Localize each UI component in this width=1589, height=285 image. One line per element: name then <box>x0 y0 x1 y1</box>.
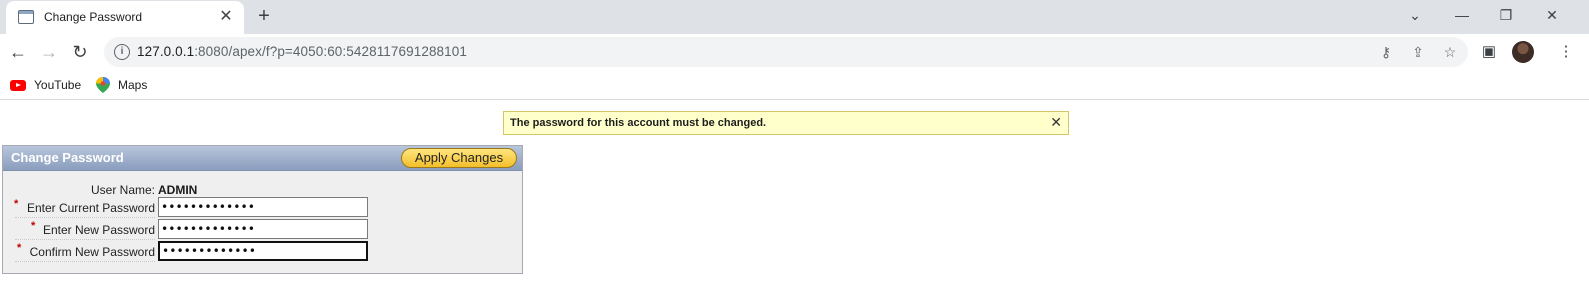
required-marker: * <box>14 198 19 210</box>
menu-icon[interactable]: ⋮ <box>1556 42 1576 62</box>
bookmarks-bar: YouTube Maps <box>0 70 1589 100</box>
tab-strip: Change Password ✕ + ⌄ — ❐ ✕ <box>0 0 1589 34</box>
share-icon[interactable]: ⇪ <box>1409 43 1427 61</box>
tab-title: Change Password <box>44 10 143 24</box>
back-button[interactable]: ← <box>6 40 30 64</box>
bookmark-maps[interactable]: Maps <box>96 76 147 94</box>
avatar[interactable] <box>1512 41 1534 63</box>
confirm-password-label: Confirm New Password <box>29 245 155 259</box>
confirm-password-row: * Confirm New Password <box>11 241 371 262</box>
forward-button[interactable]: → <box>37 40 61 64</box>
minimize-button[interactable]: — <box>1450 4 1474 26</box>
side-panel-icon[interactable]: ▣ <box>1479 42 1499 62</box>
required-marker: * <box>31 220 36 232</box>
apply-changes-button[interactable]: Apply Changes <box>401 148 517 168</box>
current-password-label: Enter Current Password <box>26 201 155 215</box>
new-tab-button[interactable]: + <box>254 5 274 27</box>
required-marker: * <box>17 242 22 254</box>
site-info-icon[interactable]: i <box>114 44 130 60</box>
user-name-value: ADMIN <box>158 183 198 197</box>
tab-search-icon[interactable]: ⌄ <box>1403 4 1427 26</box>
bookmark-label: Maps <box>118 78 148 92</box>
notification-message: The password for this account must be ch… <box>503 111 1069 135</box>
region-title: Change Password <box>11 150 124 165</box>
close-icon[interactable]: ✕ <box>1050 114 1062 131</box>
bookmark-star-icon[interactable]: ☆ <box>1441 43 1459 61</box>
current-password-row: * Enter Current Password <box>11 197 371 218</box>
maps-icon <box>96 77 110 93</box>
confirm-password-input[interactable] <box>158 241 368 261</box>
close-tab-icon[interactable]: ✕ <box>218 9 234 25</box>
browser-toolbar: ← → ↻ i 127.0.0.1:8080/apex/f?p=4050:60:… <box>0 34 1589 70</box>
new-password-row: * Enter New Password <box>11 219 371 240</box>
restore-button[interactable]: ❐ <box>1494 4 1518 26</box>
page-icon <box>18 10 34 24</box>
new-password-label: Enter New Password <box>42 223 155 237</box>
url-text: 127.0.0.1:8080/apex/f?p=4050:60:54281176… <box>137 44 467 59</box>
reload-button[interactable]: ↻ <box>68 40 92 64</box>
user-name-label: User Name: <box>90 183 155 197</box>
address-bar[interactable]: i 127.0.0.1:8080/apex/f?p=4050:60:542811… <box>104 37 1468 67</box>
new-password-input[interactable] <box>158 219 368 239</box>
bookmark-label: YouTube <box>34 78 82 92</box>
region-header: Change Password Apply Changes <box>3 146 522 171</box>
youtube-icon <box>10 79 26 91</box>
close-window-button[interactable]: ✕ <box>1540 4 1564 26</box>
browser-tab[interactable]: Change Password ✕ <box>6 1 244 34</box>
bookmark-youtube[interactable]: YouTube <box>10 76 81 94</box>
key-icon[interactable]: ⚷ <box>1377 43 1395 61</box>
change-password-region: Change Password Apply Changes User Name:… <box>2 145 523 274</box>
notification-text: The password for this account must be ch… <box>510 117 767 129</box>
current-password-input[interactable] <box>158 197 368 217</box>
